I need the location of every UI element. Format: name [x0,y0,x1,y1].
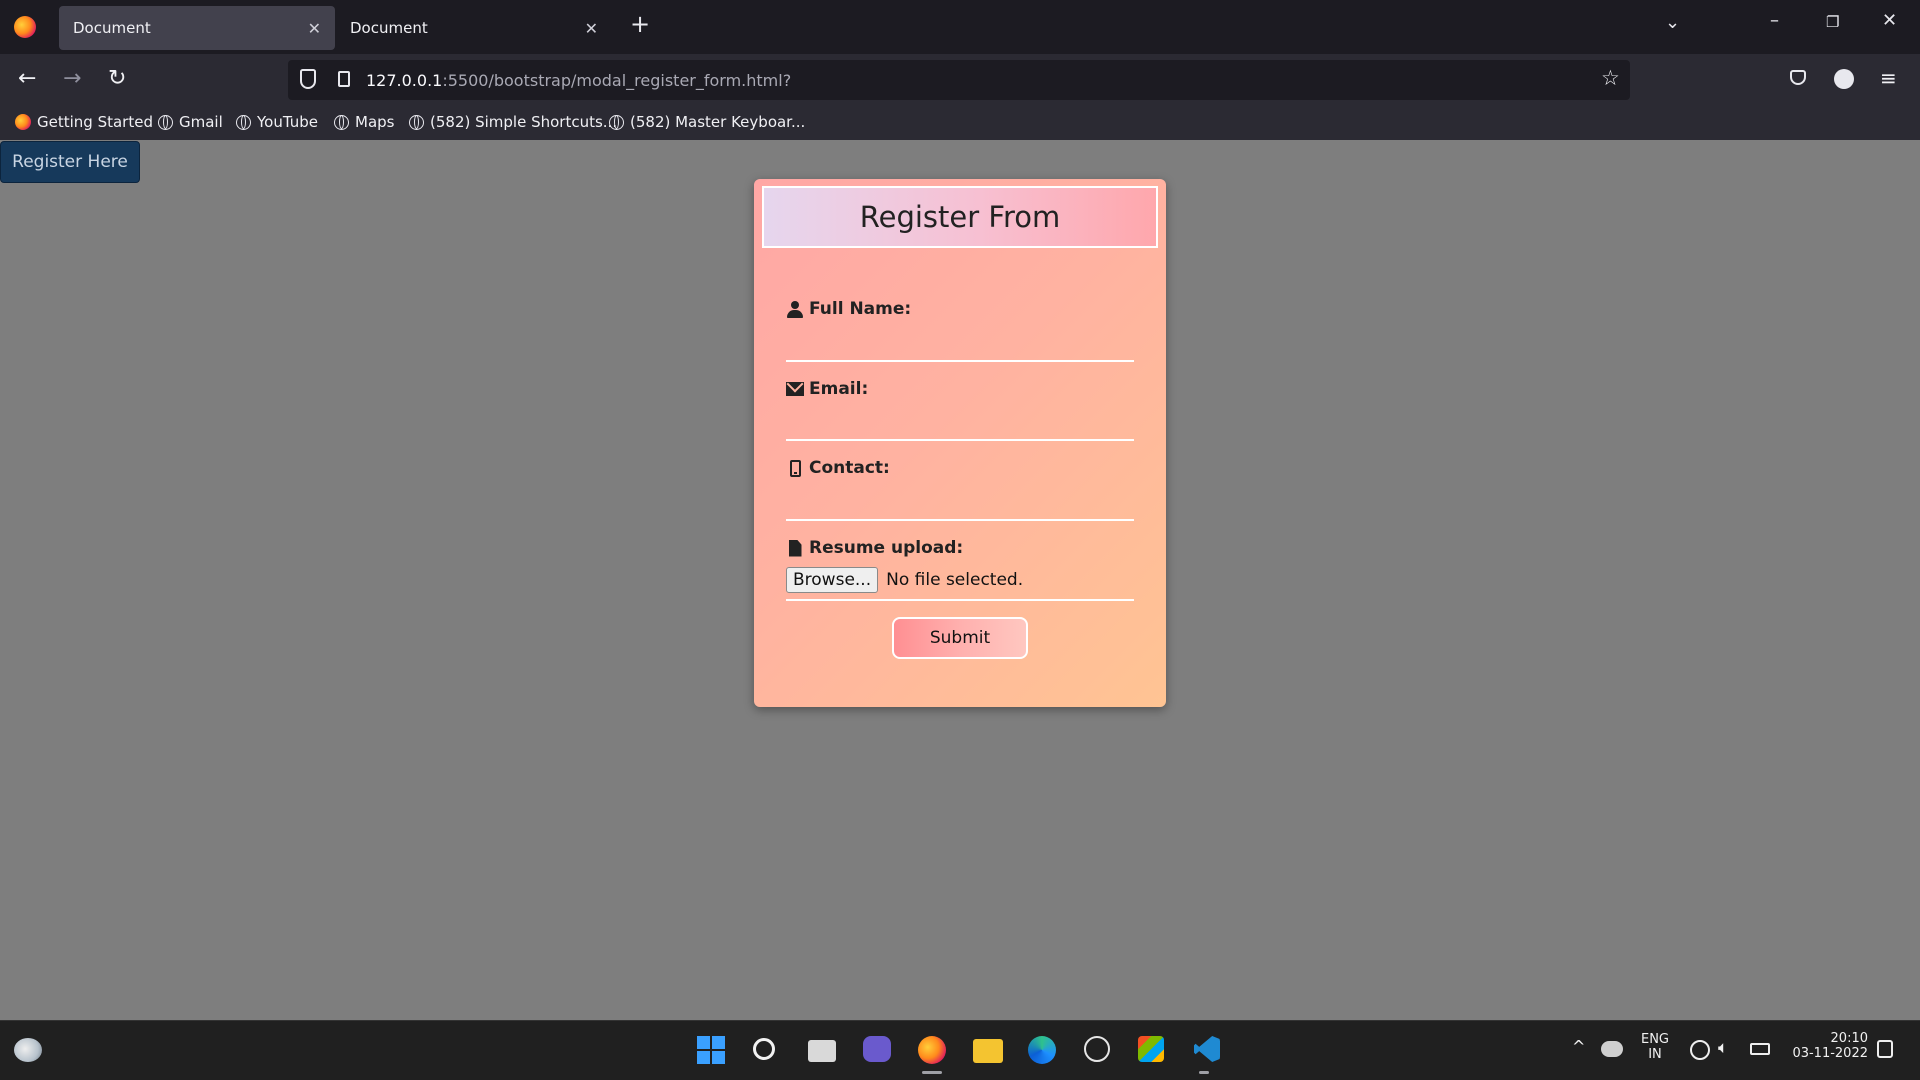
firefox-taskbar-icon[interactable] [918,1036,946,1064]
globe-icon [609,114,624,130]
bookmark-label: (582) Master Keyboar... [630,113,806,131]
open-app-indicator [1199,1071,1209,1074]
hamburger-menu-icon[interactable]: ≡ [1880,67,1897,89]
tab-title: Document [350,19,428,37]
close-tab-icon[interactable]: ✕ [308,19,321,38]
bookmark-label: Gmail [179,113,223,131]
globe-icon [409,114,424,130]
list-all-tabs-chevron-icon[interactable]: ⌄ [1665,12,1680,33]
battery-icon[interactable] [1750,1043,1770,1055]
close-window-icon[interactable]: ✕ [1882,10,1897,31]
show-hidden-icons-chevron-icon[interactable]: ^ [1572,1037,1585,1056]
file-explorer-icon[interactable] [973,1039,1003,1063]
start-windows-icon[interactable] [697,1036,725,1064]
restore-icon[interactable]: ❐ [1826,13,1839,31]
search-icon[interactable] [753,1038,775,1060]
bookmark-label: Maps [355,113,395,131]
teams-chat-icon[interactable] [863,1036,891,1062]
input-underline [786,519,1134,521]
input-underline [786,360,1134,362]
browse-button[interactable]: Browse... [786,567,879,593]
edge-browser-icon[interactable] [1028,1036,1056,1064]
field-label-text: Full Name: [809,299,912,319]
speaker-muted-icon[interactable]: 🔈︎ [1718,1038,1728,1058]
field-label-text: Email: [809,379,869,399]
reload-icon[interactable]: ↻ [108,68,126,90]
task-view-icon[interactable] [808,1040,836,1062]
clock[interactable]: 20:10 03-11-2022 [1790,1031,1868,1061]
url-host: 127.0.0.1 [366,71,443,90]
field-label-text: Resume upload: [809,538,964,558]
input-underline [786,439,1134,441]
email-input[interactable] [786,403,1134,438]
email-field: Email: [786,379,1134,441]
submit-button[interactable]: Submit [892,617,1028,659]
minimize-icon[interactable]: – [1770,10,1779,31]
language-code: ENG [1640,1032,1669,1047]
register-modal: Register From Full Name: Email: Contact:… [754,179,1166,707]
microsoft-store-icon[interactable] [1138,1036,1164,1062]
user-icon [787,300,803,318]
clock-date: 03-11-2022 [1792,1046,1868,1061]
tab-document[interactable]: Document ✕ [336,6,612,50]
contact-field: Contact: [786,458,1134,521]
modal-title: Register From [762,186,1158,248]
no-file-selected-text: No file selected. [886,570,1024,590]
network-globe-icon[interactable] [1690,1040,1710,1060]
email-label: Email: [786,379,1134,399]
contact-label: Contact: [786,458,1134,478]
url-path: :5500/bootstrap/modal_register_form.html… [442,71,792,90]
file-icon [788,539,802,557]
bookmark-gmail[interactable]: Gmail [158,113,223,131]
bookmark-label: Getting Started [37,113,153,131]
globe-icon [334,114,349,130]
dell-icon[interactable] [1084,1036,1110,1062]
field-label-text: Contact: [809,458,890,478]
back-arrow-icon[interactable]: ← [18,68,36,90]
resume-upload-label: Resume upload: [786,538,1134,558]
tab-document-active[interactable]: Document ✕ [59,6,335,50]
bookmark-maps[interactable]: Maps [334,113,394,131]
url-text[interactable]: 127.0.0.1:5500/bootstrap/modal_register_… [366,71,791,90]
language-indicator[interactable]: ENG IN [1638,1032,1672,1062]
contact-input[interactable] [786,482,1134,518]
full-name-field: Full Name: [786,299,1134,362]
globe-icon [236,114,251,130]
full-name-label: Full Name: [786,299,1134,319]
phone-icon [789,459,801,477]
weather-widget-icon[interactable] [14,1038,42,1062]
bookmark-simple-shortcuts[interactable]: (582) Simple Shortcuts... [409,113,617,131]
resume-upload-field: Resume upload: Browse... No file selected… [786,538,1134,601]
bookmark-youtube[interactable]: YouTube [236,113,318,131]
onedrive-cloud-icon[interactable] [1601,1041,1623,1057]
tracking-protection-shield-icon[interactable] [300,69,316,89]
bookmark-label: YouTube [257,113,318,131]
notifications-icon[interactable] [1877,1040,1893,1058]
close-tab-icon[interactable]: ✕ [585,19,598,38]
bookmark-star-icon[interactable]: ☆ [1601,67,1620,89]
bookmark-label: (582) Simple Shortcuts... [430,113,618,131]
full-name-input[interactable] [786,323,1134,359]
windows-taskbar [0,1020,1920,1080]
region-code: IN [1648,1047,1662,1062]
tab-title: Document [73,19,151,37]
globe-icon [158,114,173,130]
clock-time: 20:10 [1830,1031,1868,1046]
forward-arrow-icon[interactable]: → [63,68,81,90]
active-app-indicator [922,1071,942,1074]
page-info-icon[interactable] [338,71,350,87]
account-avatar-icon[interactable] [1834,69,1854,89]
input-underline [786,599,1134,601]
bookmark-getting-started[interactable]: Getting Started [15,113,153,131]
firefox-icon [15,114,31,130]
envelope-icon [786,382,804,396]
firefox-menu-icon[interactable] [14,16,36,38]
register-here-button[interactable]: Register Here [0,141,140,183]
bookmark-master-keyboard[interactable]: (582) Master Keyboar... [609,113,805,131]
file-input[interactable]: Browse... No file selected. [786,567,1023,593]
new-tab-plus-icon[interactable]: + [630,10,650,38]
